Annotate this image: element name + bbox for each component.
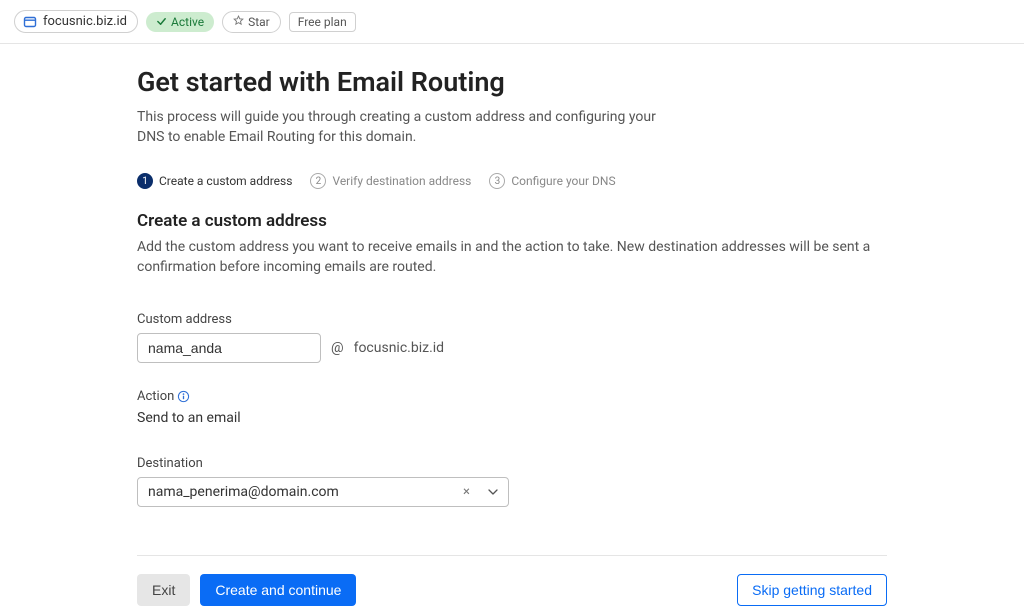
domain-name: focusnic.biz.id [43,14,127,29]
divider [137,555,887,556]
custom-address-field: Custom address @ focusnic.biz.id [137,312,887,363]
step-configure-dns: 3 Configure your DNS [489,173,615,189]
skip-button[interactable]: Skip getting started [737,574,887,606]
section-title: Create a custom address [137,211,887,231]
step-number: 1 [137,173,153,189]
action-label: Action [137,389,174,404]
footer-actions: Exit Create and continue Skip getting st… [137,574,887,606]
destination-field: Destination nama_penerima@domain.com × [137,456,887,507]
step-label: Create a custom address [159,174,292,188]
create-continue-button[interactable]: Create and continue [200,574,356,606]
domain-badge[interactable]: focusnic.biz.id [14,10,138,33]
exit-button[interactable]: Exit [137,574,190,606]
step-label: Verify destination address [332,174,471,188]
destination-value: nama_penerima@domain.com [148,484,339,500]
check-icon [156,16,167,27]
step-label: Configure your DNS [511,174,615,188]
step-create-address: 1 Create a custom address [137,173,292,189]
section-subtitle: Add the custom address you want to recei… [137,237,887,278]
top-bar: focusnic.biz.id Active Star Free plan [0,0,1024,44]
star-label: Star [248,15,270,29]
clear-icon[interactable]: × [459,484,474,499]
step-number: 2 [310,173,326,189]
action-field: Action Send to an email [137,389,887,426]
plan-badge: Free plan [289,12,356,32]
custom-address-label: Custom address [137,312,887,327]
website-icon [23,15,37,29]
main-content: Get started with Email Routing This proc… [137,44,887,606]
status-label: Active [171,15,204,29]
stepper: 1 Create a custom address 2 Verify desti… [137,173,887,189]
action-value: Send to an email [137,410,887,426]
destination-label: Destination [137,456,887,471]
custom-address-input[interactable] [137,333,321,363]
step-number: 3 [489,173,505,189]
page-subtitle: This process will guide you through crea… [137,108,657,147]
chevron-down-icon[interactable] [488,487,498,497]
star-icon [233,15,244,29]
info-icon[interactable] [177,390,190,403]
destination-select[interactable]: nama_penerima@domain.com × [137,477,509,507]
plan-label: Free plan [298,15,347,29]
at-symbol: @ [331,340,344,356]
step-verify-destination: 2 Verify destination address [310,173,471,189]
custom-address-domain: focusnic.biz.id [354,340,444,356]
star-button[interactable]: Star [222,11,281,33]
page-title: Get started with Email Routing [137,66,887,98]
status-badge: Active [146,12,214,32]
